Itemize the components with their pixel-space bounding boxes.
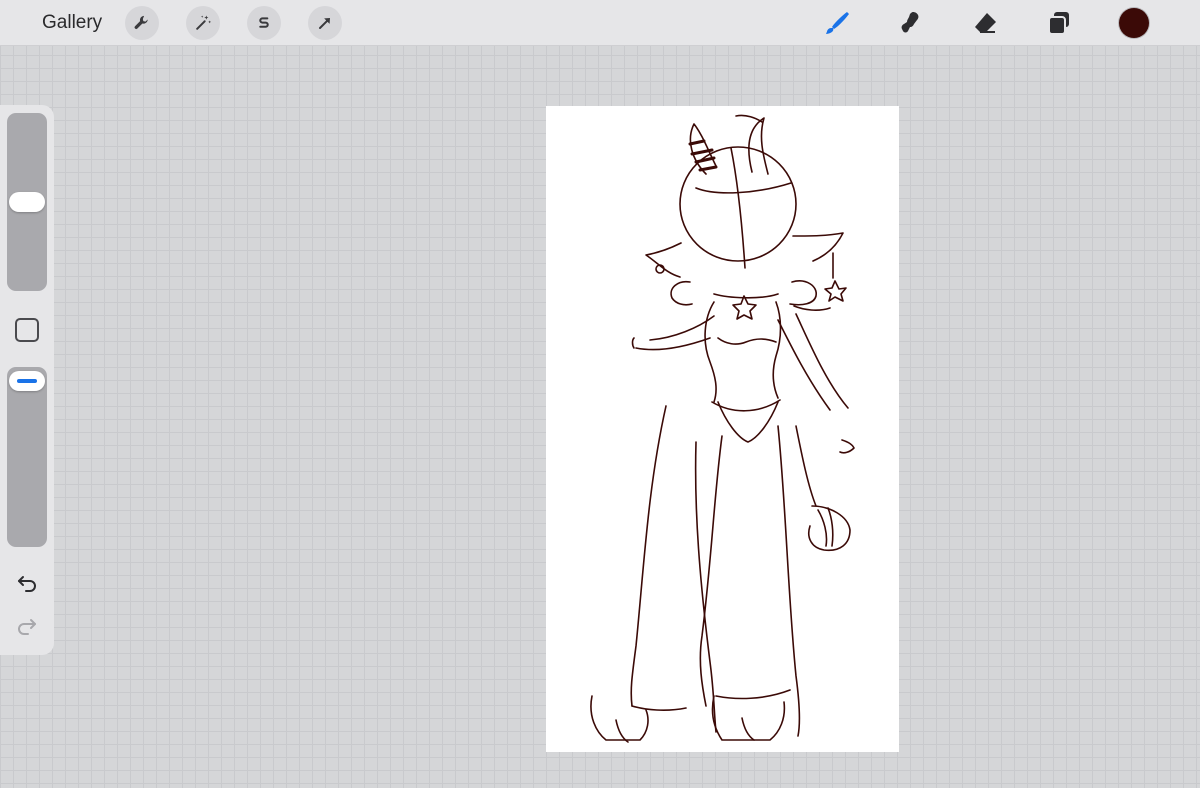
wrench-icon [134, 15, 148, 29]
actions-wrench-button[interactable] [125, 6, 159, 40]
brush-opacity-slider[interactable] [7, 367, 47, 547]
character-sketch [590, 114, 855, 743]
left-sidebar [0, 105, 54, 655]
selection-button[interactable] [247, 6, 281, 40]
magic-wand-icon [196, 15, 212, 30]
brush-tool-button[interactable] [820, 6, 854, 40]
transform-arrow-icon [319, 18, 330, 29]
brush-size-handle[interactable] [9, 192, 45, 212]
eraser-icon [975, 13, 996, 33]
smudge-icon [901, 12, 919, 33]
modify-button[interactable] [15, 318, 39, 342]
adjustments-button[interactable] [186, 6, 220, 40]
selection-s-icon [259, 17, 269, 28]
transform-button[interactable] [308, 6, 342, 40]
undo-button[interactable] [13, 569, 41, 597]
redo-button[interactable] [13, 612, 41, 640]
layers-button[interactable] [1042, 6, 1076, 40]
eraser-tool-button[interactable] [968, 6, 1002, 40]
smudge-tool-button[interactable] [893, 6, 927, 40]
drawing-canvas[interactable] [546, 106, 899, 752]
brush-icon [826, 12, 849, 34]
brush-size-slider[interactable] [7, 113, 47, 291]
color-picker-button[interactable] [1119, 8, 1149, 38]
top-toolbar: Gallery [0, 0, 1200, 46]
gallery-button[interactable]: Gallery [42, 12, 102, 34]
layers-icon [1048, 12, 1069, 35]
redo-icon [18, 619, 36, 635]
brush-opacity-handle[interactable] [9, 371, 45, 391]
undo-icon [18, 576, 36, 592]
